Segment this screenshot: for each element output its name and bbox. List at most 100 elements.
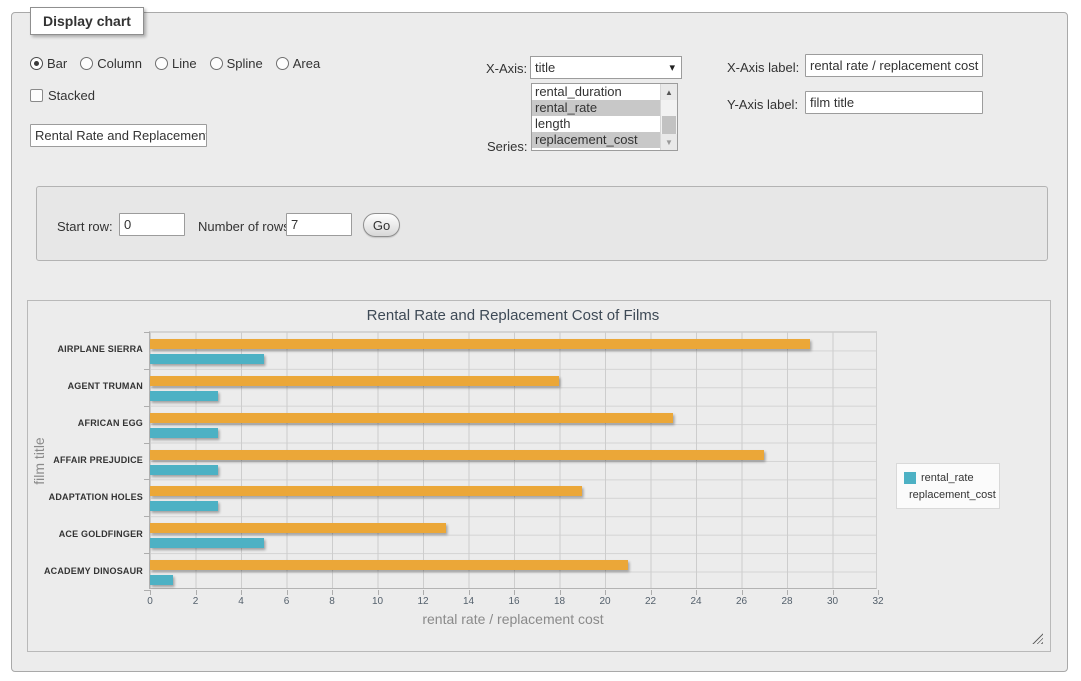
series-listbox[interactable]: rental_durationrental_ratelengthreplacem… (531, 83, 678, 151)
chart-type-option-label: Column (97, 56, 142, 71)
x-axis-tick-label: 16 (499, 596, 529, 607)
bar-replacement_cost (150, 523, 446, 533)
y-axis-label-input[interactable]: film title (805, 91, 983, 114)
category-label: ACE GOLDFINGER (38, 529, 143, 539)
x-axis-tick (514, 590, 515, 595)
x-axis-tick (332, 590, 333, 595)
radio-icon (80, 57, 93, 70)
series-option-rental_duration[interactable]: rental_duration (532, 84, 660, 100)
category-label: AFFAIR PREJUDICE (38, 455, 143, 465)
category-label: AIRPLANE SIERRA (38, 344, 143, 354)
legend-label: replacement_cost (909, 489, 996, 501)
legend-item-replacement_cost[interactable]: replacement_cost (904, 486, 992, 503)
series-option-replacement_cost[interactable]: replacement_cost (532, 132, 660, 148)
go-button[interactable]: Go (363, 213, 400, 237)
x-axis-tick (423, 590, 424, 595)
scrollbar-thumb[interactable] (662, 116, 676, 134)
chart-type-option-bar[interactable]: Bar (30, 56, 67, 71)
start-row-label: Start row: (57, 219, 113, 234)
chevron-down-icon: ▾ (669, 61, 675, 74)
category-label: ACADEMY DINOSAUR (38, 566, 143, 576)
x-axis-tick (287, 590, 288, 595)
x-axis-tick (469, 590, 470, 595)
x-axis-tick-label: 2 (181, 596, 211, 607)
x-axis-tick-label: 22 (636, 596, 666, 607)
x-axis-tick-label: 8 (317, 596, 347, 607)
x-axis-tick (696, 590, 697, 595)
num-rows-label: Number of rows: (198, 219, 293, 234)
chart-type-option-spline[interactable]: Spline (210, 56, 263, 71)
x-axis-tick (378, 590, 379, 595)
start-row-input[interactable]: 0 (119, 213, 185, 236)
x-axis-tick-label: 6 (272, 596, 302, 607)
x-axis-tick-label: 18 (545, 596, 575, 607)
x-axis-tick (787, 590, 788, 595)
radio-icon (210, 57, 223, 70)
x-axis-tick-label: 0 (135, 596, 165, 607)
resize-handle[interactable] (1032, 633, 1043, 644)
radio-icon (276, 57, 289, 70)
scroll-up-icon[interactable]: ▲ (661, 84, 677, 100)
scroll-down-icon[interactable]: ▼ (661, 134, 677, 150)
x-axis-tick (150, 590, 151, 595)
chart-type-option-line[interactable]: Line (155, 56, 197, 71)
stacked-checkbox-row[interactable]: Stacked (30, 88, 95, 103)
radio-icon (155, 57, 168, 70)
legend-swatch-icon (904, 472, 916, 484)
series-options: rental_durationrental_ratelengthreplacem… (532, 84, 660, 150)
category-label: ADAPTATION HOLES (38, 492, 143, 502)
x-axis-label-input[interactable]: rental rate / replacement cost (805, 54, 983, 77)
x-axis-tick-label: 4 (226, 596, 256, 607)
bar-replacement_cost (150, 450, 764, 460)
bar-rental_rate (150, 538, 264, 548)
category-label: AGENT TRUMAN (38, 381, 143, 391)
chart-type-option-label: Bar (47, 56, 67, 71)
x-axis-tick (196, 590, 197, 595)
num-rows-input[interactable]: 7 (286, 213, 352, 236)
bar-replacement_cost (150, 560, 628, 570)
x-axis-tick (742, 590, 743, 595)
bar-replacement_cost (150, 339, 810, 349)
bar-replacement_cost (150, 376, 559, 386)
x-axis-tick (560, 590, 561, 595)
x-axis-tick-label: 30 (818, 596, 848, 607)
series-select-label: Series: (487, 139, 527, 154)
stacked-checkbox[interactable] (30, 89, 43, 102)
x-axis-tick (651, 590, 652, 595)
series-option-rental_rate[interactable]: rental_rate (532, 100, 660, 116)
y-axis-tick (144, 516, 150, 517)
x-axis-title: rental rate / replacement cost (149, 611, 877, 627)
page: Display chart Bar Column Line Spline Area St… (0, 0, 1081, 681)
y-axis-tick (144, 443, 150, 444)
chart-type-option-area[interactable]: Area (276, 56, 320, 71)
chart-legend: rental_rate replacement_cost (896, 463, 1000, 509)
chart-type-option-label: Area (293, 56, 320, 71)
y-axis-label-label: Y-Axis label: (727, 97, 798, 112)
x-axis-tick (605, 590, 606, 595)
y-axis-title: film title (31, 406, 47, 516)
legend-item-rental_rate[interactable]: rental_rate (904, 469, 992, 486)
legend-label: rental_rate (921, 472, 974, 484)
x-axis-tick-label: 10 (363, 596, 393, 607)
x-axis-selected-value: title (535, 60, 669, 75)
x-axis-tick-label: 28 (772, 596, 802, 607)
category-label: AFRICAN EGG (38, 418, 143, 428)
chart-title: Rental Rate and Replacement Cost of Film… (149, 307, 877, 324)
x-axis-select[interactable]: title ▾ (530, 56, 682, 79)
chart-container: Rental Rate and Replacement Cost of Film… (27, 300, 1051, 652)
series-option-length[interactable]: length (532, 116, 660, 132)
plot-area: AIRPLANE SIERRAAGENT TRUMANAFRICAN EGGAF… (149, 331, 877, 589)
series-scrollbar[interactable]: ▲ ▼ (660, 84, 677, 150)
y-axis-tick (144, 406, 150, 407)
bar-rental_rate (150, 391, 218, 401)
fieldset-legend-title: Display chart (30, 7, 144, 35)
y-axis-tick (144, 369, 150, 370)
x-axis-tick (833, 590, 834, 595)
chart-type-option-label: Line (172, 56, 197, 71)
x-axis-select-label: X-Axis: (486, 61, 527, 76)
chart-title-input[interactable]: Rental Rate and Replacement Cost of Film… (30, 124, 207, 147)
bar-rental_rate (150, 501, 218, 511)
x-axis-tick-label: 20 (590, 596, 620, 607)
bar-rental_rate (150, 354, 264, 364)
chart-type-option-column[interactable]: Column (80, 56, 142, 71)
